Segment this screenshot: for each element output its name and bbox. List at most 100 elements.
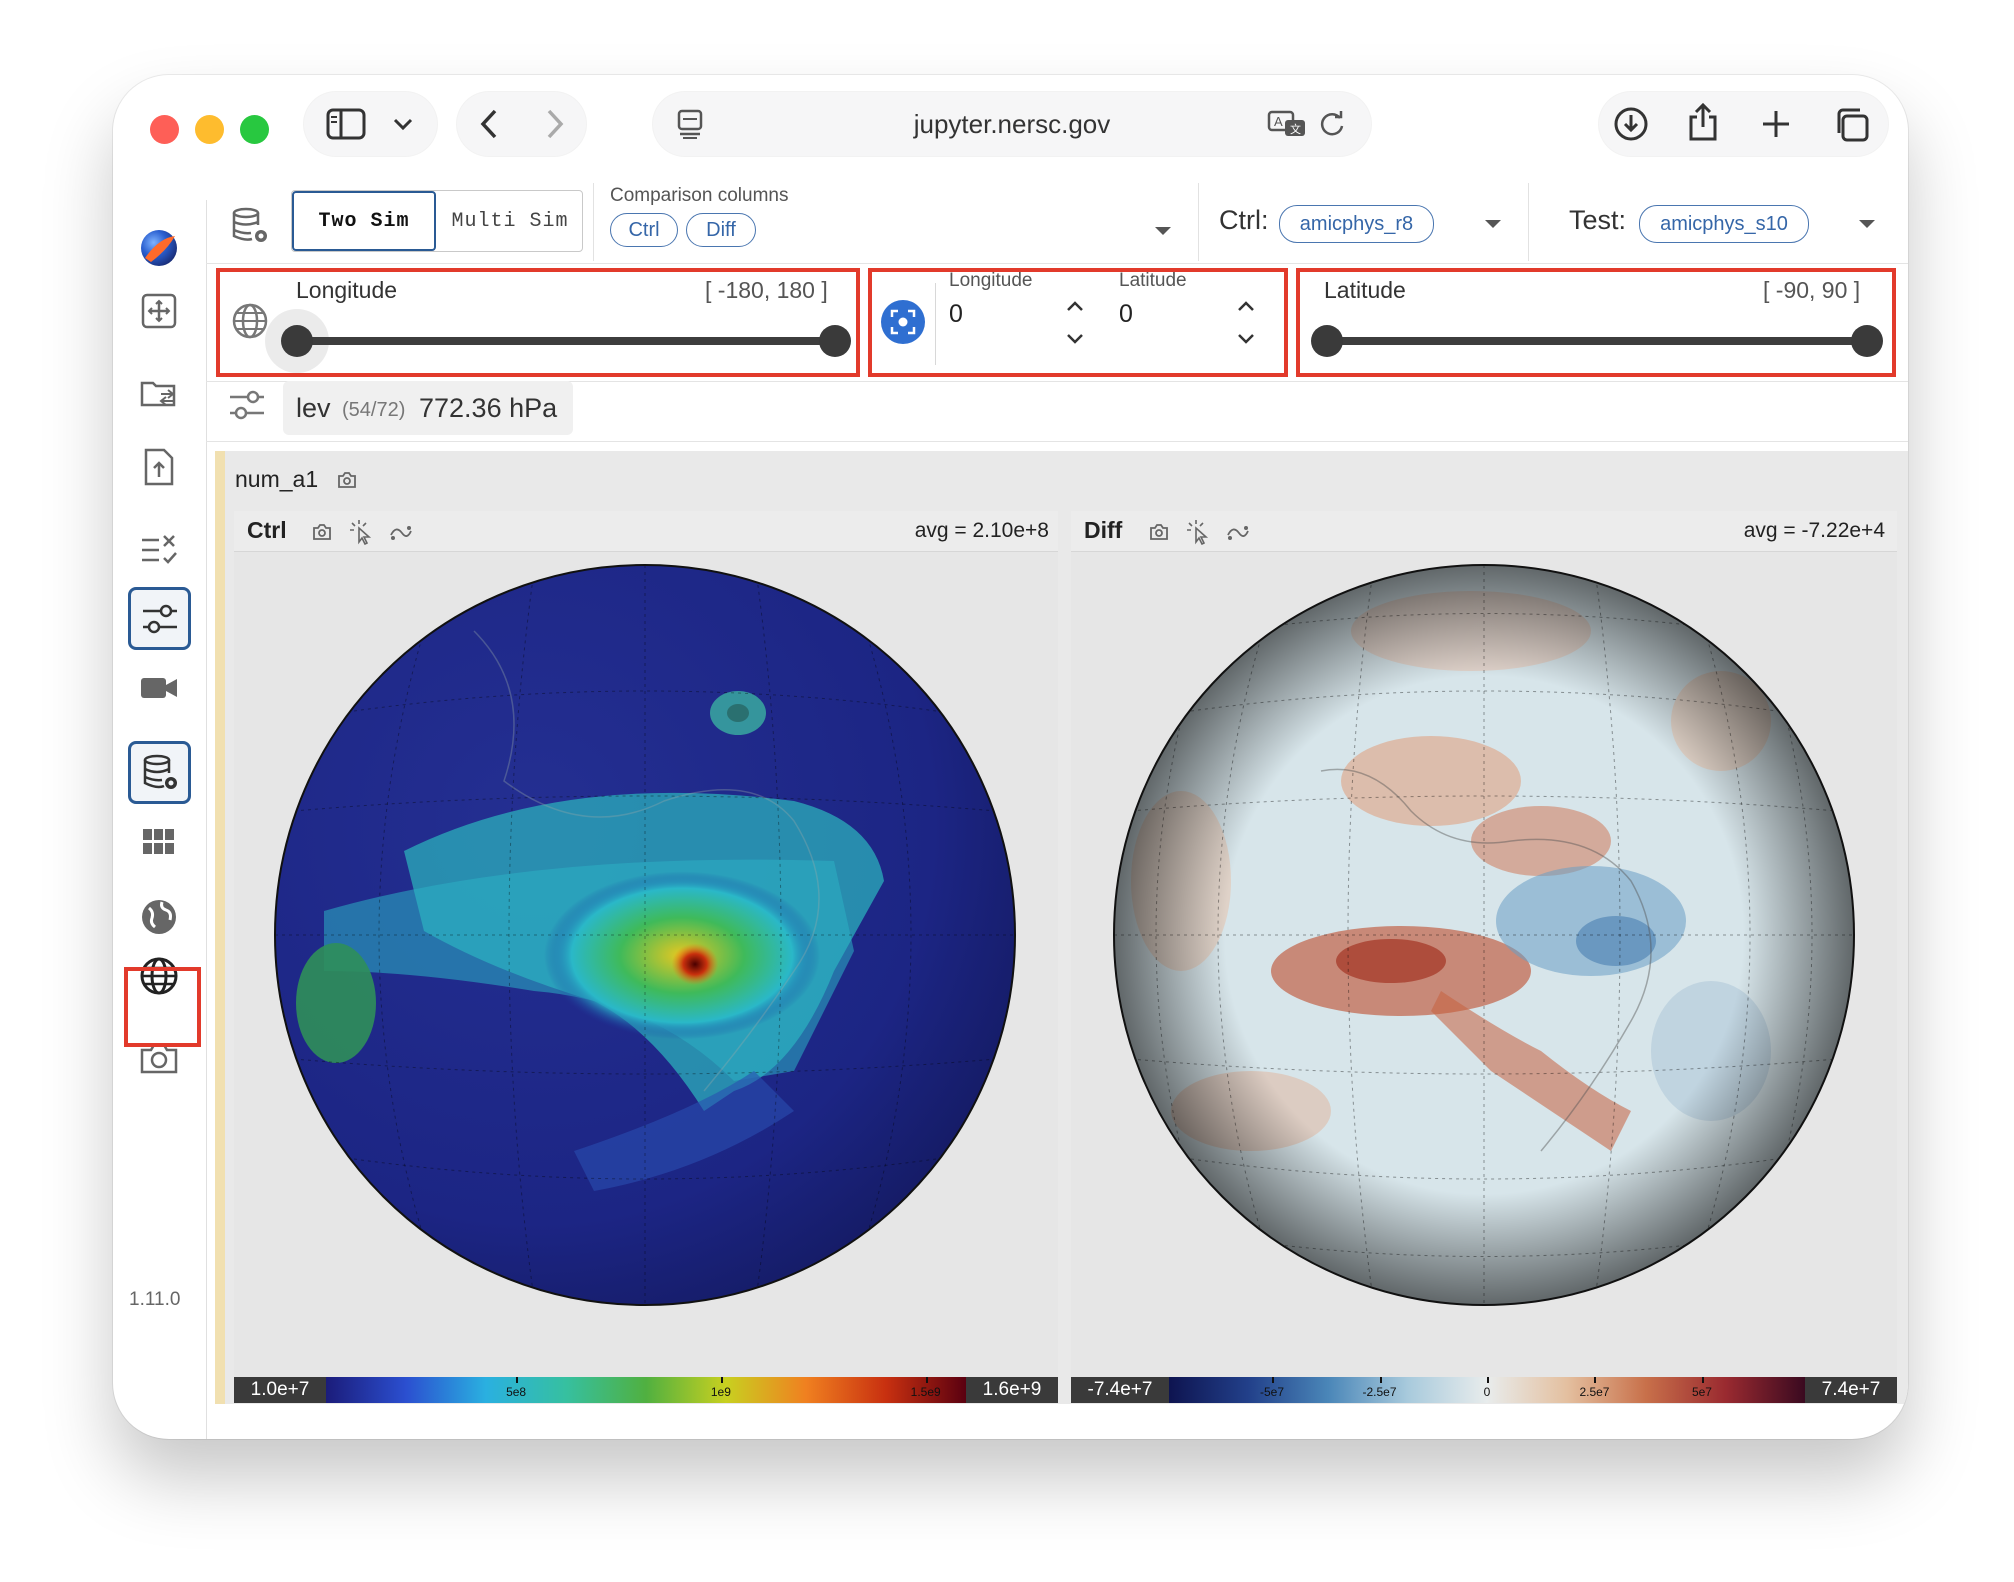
globe-solid-icon[interactable] [136,894,182,940]
back-icon[interactable] [479,108,499,140]
tab-overview-icon[interactable] [1833,106,1871,144]
plot-ctrl-header: Ctrl avg = 2.10e+8 [234,511,1058,552]
snapshot-icon[interactable] [312,523,332,541]
focus-center-icon [890,309,916,335]
file-upload-icon[interactable] [136,444,182,490]
test-dropdown-icon[interactable] [1857,218,1877,230]
address-bar[interactable]: jupyter.nersc.gov A 文 [653,92,1371,156]
new-tab-icon[interactable] [1760,108,1792,140]
longitude-max-handle[interactable] [819,325,851,357]
diff-globe-map[interactable] [1071,551,1897,1377]
level-selector[interactable]: lev (54/72) 772.36 hPa [283,381,573,435]
sliders-icon[interactable] [128,587,191,650]
ctrl-globe-map[interactable] [234,551,1058,1377]
forward-icon[interactable] [545,108,565,140]
highlight-globe-icon [124,967,201,1047]
plot-diff-header: Diff avg = -7.22e+4 [1071,511,1897,552]
reload-icon[interactable] [1317,108,1347,140]
variable-snapshot-icon[interactable] [337,471,357,489]
latitude-range: [ -90, 90 ] [1763,277,1861,303]
plot-diff: Diff avg = -7.22e+4 -7.4e+7 -5e7 -2.5e7 … [1071,511,1897,1403]
colorbar-tick-mark [720,1377,723,1383]
level-name: lev [296,393,331,423]
colorbar-tick-mark [1272,1377,1275,1383]
checklist-icon[interactable] [136,527,182,573]
latitude-slider-track[interactable] [1327,337,1867,345]
latitude-max-handle[interactable] [1851,325,1883,357]
ctrl-dropdown-icon[interactable] [1483,218,1503,230]
plot-ctrl: Ctrl avg = 2.10e+8 1.0e+7 5e8 1e9 1.5e9 … [234,511,1058,1403]
sidebar-toggle-icon[interactable] [326,108,366,140]
comparison-columns-label: Comparison columns [610,185,789,206]
reset-view-icon[interactable] [388,523,414,543]
colorbar-tick-mark [1379,1377,1382,1383]
svg-text:文: 文 [1290,122,1301,136]
divider [935,283,936,365]
latitude-label: Latitude [1324,277,1406,303]
camera-video-icon[interactable] [136,665,182,711]
close-window-button[interactable] [150,115,179,144]
longitude-label: Longitude [296,277,398,303]
colorbar-max: 7.4e+7 [1805,1377,1897,1403]
colorbar-tick-label: 1e9 [710,1385,731,1399]
grid-icon[interactable] [136,819,182,865]
colorbar-tick-mark [1701,1377,1704,1383]
longitude-min-handle[interactable] [281,325,313,357]
app-logo-icon[interactable] [136,225,182,271]
folder-swap-icon[interactable] [136,370,182,416]
colorbar-tick-label: 0 [1483,1385,1491,1399]
colorbar-tick-mark [516,1377,519,1383]
center-lat-input[interactable]: 0 [1119,300,1133,329]
chevron-down-icon[interactable] [392,116,414,132]
divider [1198,183,1199,261]
minimize-window-button[interactable] [195,115,224,144]
center-lon-input[interactable]: 0 [949,300,963,329]
comparison-dropdown-icon[interactable] [1153,225,1173,237]
translate-icon[interactable]: A 文 [1267,109,1307,139]
share-icon[interactable] [1686,102,1720,142]
data-settings-icon[interactable] [229,205,271,247]
center-point-panel [868,268,1288,377]
lon-increment-icon[interactable] [1065,299,1085,313]
tab-multi-sim[interactable]: Multi Sim [437,191,583,251]
colorbar-tick-mark [925,1377,928,1383]
pointer-click-icon[interactable] [349,519,373,545]
app-sidebar: 1.11.0 [113,200,207,1439]
level-index: (54/72) [342,399,406,421]
colorbar-tick-label: 1.5e9 [910,1385,941,1399]
colorbar-tick-label: 5e7 [1691,1385,1712,1399]
colorbar-tick-label: 5e8 [506,1385,527,1399]
database-gear-icon[interactable] [128,741,191,804]
lat-increment-icon[interactable] [1236,299,1256,313]
lon-decrement-icon[interactable] [1065,332,1085,346]
divider [206,441,1908,442]
plot-title: Diff [1084,517,1123,543]
chip-ctrl[interactable]: Ctrl [610,213,678,247]
sidebar-toggle-group [304,92,437,156]
divider [1528,183,1529,261]
pointer-click-icon[interactable] [1186,519,1210,545]
recenter-button[interactable] [881,300,925,344]
latitude-min-handle[interactable] [1311,325,1343,357]
lat-decrement-icon[interactable] [1236,332,1256,346]
diff-colorbar: -7.4e+7 -5e7 -2.5e7 0 2.5e7 5e7 7.4e+7 [1071,1377,1897,1403]
longitude-slider-track[interactable] [297,337,835,345]
longitude-range: [ -180, 180 ] [705,277,828,303]
ctrl-sim-chip[interactable]: amicphys_r8 [1279,205,1434,243]
colorbar-tick-label: -5e7 [1260,1385,1285,1399]
colorbar-min: 1.0e+7 [234,1377,326,1403]
url-text: jupyter.nersc.gov [913,109,1111,139]
version-label: 1.11.0 [129,1289,181,1310]
maximize-window-button[interactable] [240,115,269,144]
test-sim-chip[interactable]: amicphys_s10 [1639,205,1809,243]
mode-toggle: Two Sim Multi Sim [291,190,583,252]
reset-view-icon[interactable] [1225,523,1251,543]
center-lat-label: Latitude [1119,270,1187,291]
plot-title: Ctrl [247,517,287,543]
download-icon[interactable] [1613,106,1649,142]
tab-two-sim[interactable]: Two Sim [292,191,436,251]
snapshot-icon[interactable] [1149,523,1169,541]
colorbar-gradient: -5e7 -2.5e7 0 2.5e7 5e7 [1169,1377,1805,1403]
move-icon[interactable] [136,288,182,334]
chip-diff[interactable]: Diff [686,213,756,247]
